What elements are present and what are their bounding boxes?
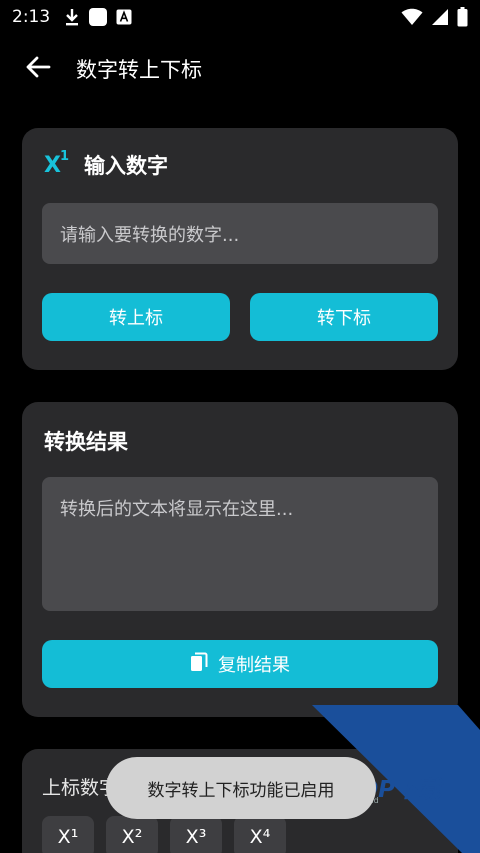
- app-bar: 数字转上下标: [0, 44, 480, 94]
- superscript-chip[interactable]: X²: [106, 816, 158, 853]
- superscript-chip[interactable]: X¹: [42, 816, 94, 853]
- back-button[interactable]: [0, 44, 76, 94]
- to-superscript-button[interactable]: 转上标: [42, 293, 230, 341]
- page-title: 数字转上下标: [76, 58, 202, 82]
- input-card: X1 输入数字 请输入要转换的数字... 转上标 转下标: [22, 128, 458, 370]
- number-input[interactable]: 请输入要转换的数字...: [42, 203, 438, 264]
- battery-icon: [457, 7, 468, 27]
- result-output[interactable]: 转换后的文本将显示在这里...: [42, 477, 438, 611]
- to-subscript-button[interactable]: 转下标: [250, 293, 438, 341]
- input-card-title: 输入数字: [84, 154, 168, 178]
- superscript-chip[interactable]: X⁴: [234, 816, 286, 853]
- status-left-icons: [64, 7, 132, 27]
- arrow-left-icon: [25, 56, 51, 82]
- status-bar: 2:13: [0, 0, 480, 34]
- copy-result-button[interactable]: 复制结果: [42, 640, 438, 688]
- copy-icon: [190, 652, 208, 677]
- download-icon: [64, 8, 80, 26]
- result-card-title: 转换结果: [44, 430, 128, 454]
- status-time: 2:13: [12, 7, 51, 27]
- superscript-icon: X1: [44, 149, 70, 178]
- result-card: 转换结果 转换后的文本将显示在这里... 复制结果: [22, 402, 458, 717]
- input-card-header: X1 输入数字: [44, 150, 168, 180]
- copy-result-label: 复制结果: [218, 655, 290, 676]
- superscript-chip-row: X¹ X² X³ X⁴: [42, 816, 286, 853]
- signal-icon: [431, 8, 449, 26]
- status-right-icons: [401, 7, 468, 27]
- wifi-icon: [401, 8, 423, 26]
- square-app-icon: [88, 7, 108, 27]
- a-box-icon: [116, 9, 132, 25]
- toast-message: 数字转上下标功能已启用: [106, 757, 376, 819]
- superscript-chip[interactable]: X³: [170, 816, 222, 853]
